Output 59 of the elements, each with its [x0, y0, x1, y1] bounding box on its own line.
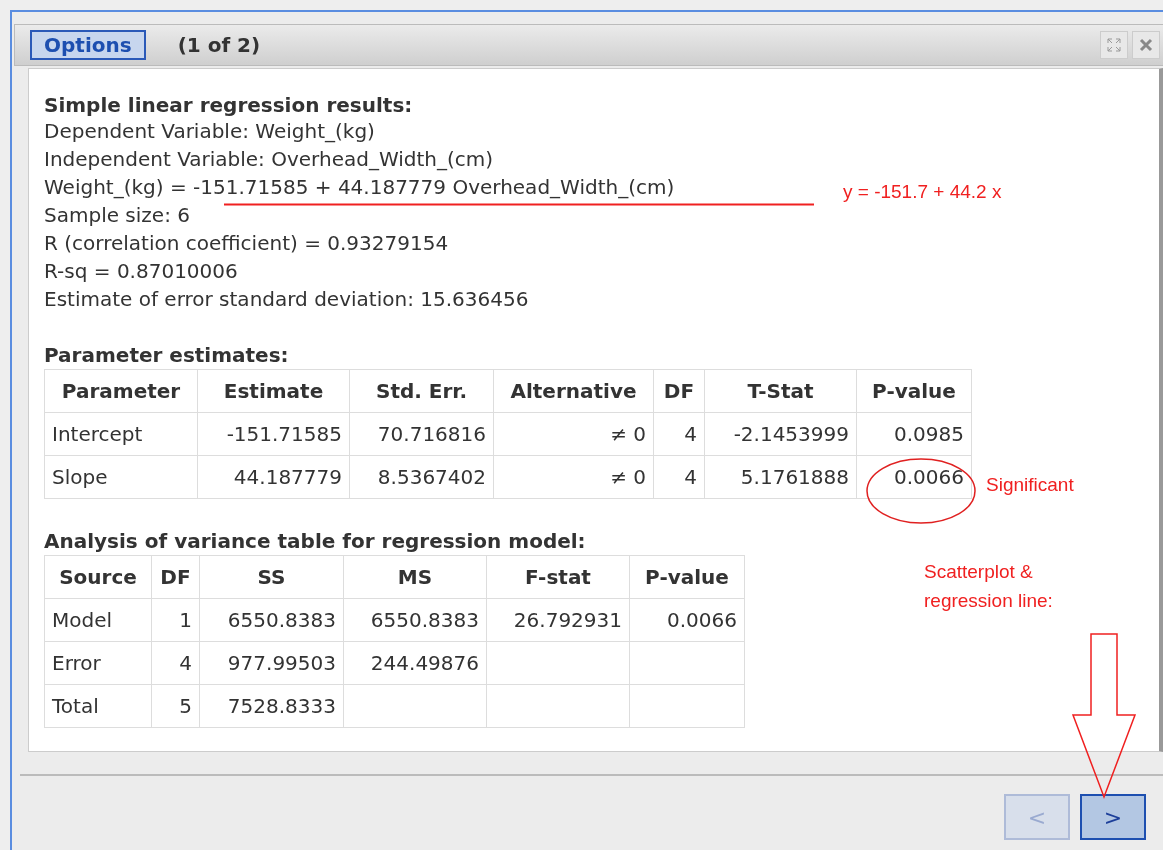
table-cell: 6550.8383: [199, 598, 344, 642]
table-cell: 70.716816: [349, 412, 494, 456]
column-header: F-stat: [486, 555, 630, 599]
column-header: Parameter: [44, 369, 198, 413]
result-line: Sample size: 6: [44, 202, 190, 229]
result-line: Independent Variable: Overhead_Width_(cm): [44, 146, 494, 173]
column-header: DF: [653, 369, 705, 413]
table-cell: Intercept: [44, 412, 198, 456]
table-cell: -2.1453999: [704, 412, 857, 456]
table-cell: 0.0066: [856, 455, 972, 499]
table-cell: Slope: [44, 455, 198, 499]
options-button[interactable]: Options: [30, 30, 146, 60]
table-cell: 4: [653, 455, 705, 499]
table-cell: Total: [44, 684, 152, 728]
close-icon[interactable]: [1132, 31, 1160, 59]
column-header: Alternative: [493, 369, 654, 413]
table-cell: 6550.8383: [343, 598, 487, 642]
result-line: Dependent Variable: Weight_(kg): [44, 118, 375, 145]
column-header: MS: [343, 555, 487, 599]
column-header: DF: [151, 555, 200, 599]
table-cell: ≠ 0: [493, 455, 654, 499]
table-cell: ≠ 0: [493, 412, 654, 456]
annotation-note: y = -151.7 + 44.2 x: [843, 181, 1002, 203]
table-cell: 4: [653, 412, 705, 456]
table-cell: 977.99503: [199, 641, 344, 685]
table-cell: 244.49876: [343, 641, 487, 685]
table-cell: 0.0985: [856, 412, 972, 456]
annotation-note: regression line:: [924, 590, 1053, 612]
annotation-note: Significant: [986, 474, 1074, 496]
page-indicator: (1 of 2): [177, 33, 261, 57]
column-header: Estimate: [197, 369, 350, 413]
table-title: Parameter estimates:: [44, 343, 290, 367]
regression-equation: Weight_(kg) = -151.71585 + 44.187779 Overhead_Width_(cm): [44, 174, 675, 201]
result-line: Estimate of error standard deviation: 15.636456: [44, 286, 529, 313]
result-line: R (correlation coefficient) = 0.93279154: [44, 230, 449, 257]
table-cell: Model: [44, 598, 152, 642]
table-cell: 8.5367402: [349, 455, 494, 499]
table-title: Analysis of variance table for regression model:: [44, 529, 587, 553]
table-cell: 4: [151, 641, 200, 685]
table-cell: Error: [44, 641, 152, 685]
column-header: T-Stat: [704, 369, 857, 413]
column-header: Std. Err.: [349, 369, 494, 413]
annotation-note: Scatterplot &: [924, 561, 1033, 583]
column-header: P-value: [856, 369, 972, 413]
next-button[interactable]: >: [1080, 794, 1146, 840]
table-cell: -151.71585: [197, 412, 350, 456]
column-header: P-value: [629, 555, 745, 599]
expand-icon[interactable]: [1100, 31, 1128, 59]
results-title: Simple linear regression results:: [44, 93, 414, 117]
table-cell: 5.1761888: [704, 455, 857, 499]
result-line: R-sq = 0.87010006: [44, 258, 238, 285]
column-header: SS: [199, 555, 344, 599]
table-cell: 0.0066: [629, 598, 745, 642]
column-header: Source: [44, 555, 152, 599]
table-cell: 5: [151, 684, 200, 728]
table-cell: 44.187779: [197, 455, 350, 499]
table-cell: 7528.8333: [199, 684, 344, 728]
table-cell: 26.792931: [486, 598, 630, 642]
table-cell: 1: [151, 598, 200, 642]
